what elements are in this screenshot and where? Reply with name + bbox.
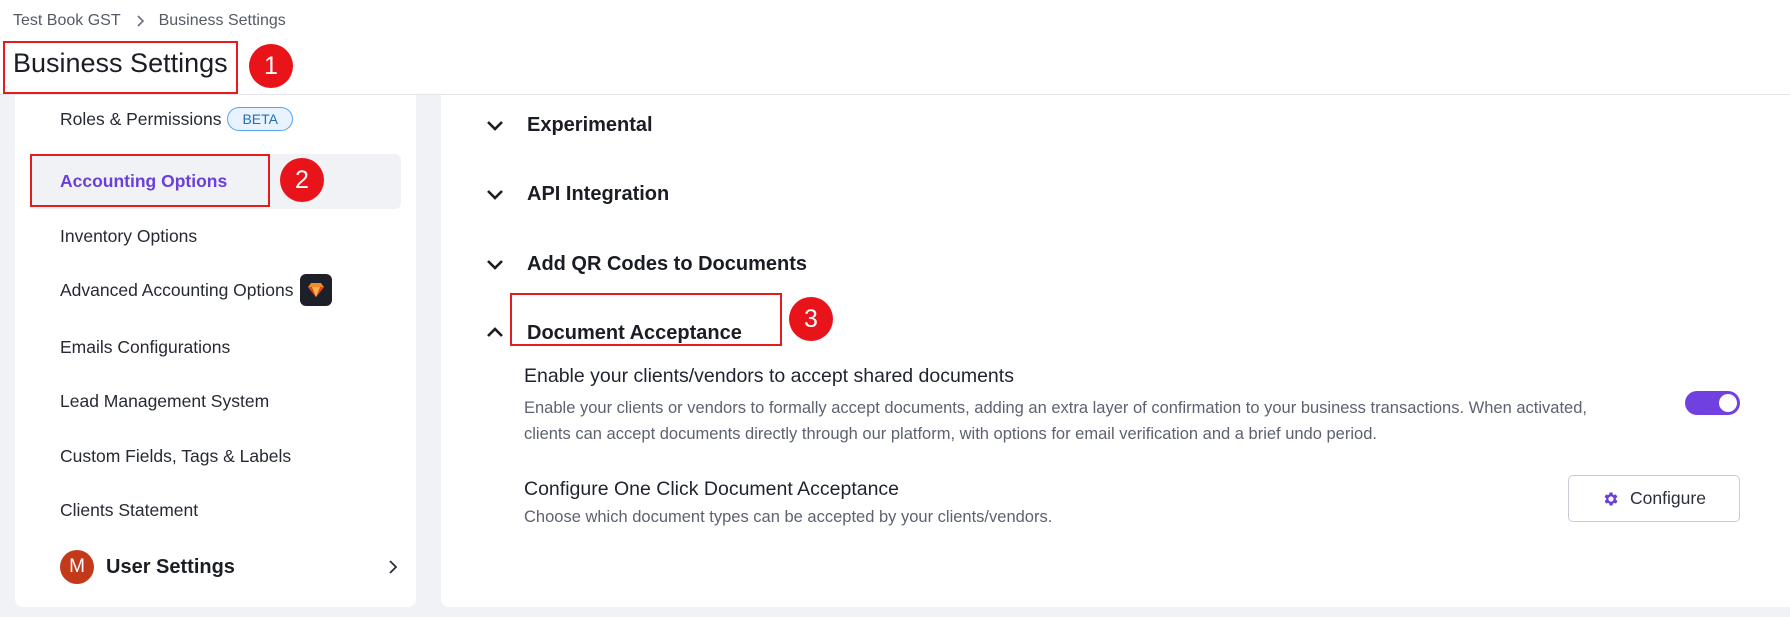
annotation-marker-1: 1: [249, 44, 293, 88]
setting-title: Configure One Click Document Acceptance: [524, 478, 900, 500]
configure-button-label: Configure: [1630, 488, 1706, 508]
chevron-down-icon: [487, 190, 503, 200]
annotation-marker-2: 2: [280, 158, 324, 202]
toggle-knob: [1719, 394, 1737, 412]
user-settings-label: User Settings: [106, 555, 235, 578]
sidebar-item-clients-statement[interactable]: Clients Statement: [60, 486, 198, 534]
user-settings-item[interactable]: M User Settings: [60, 547, 402, 587]
setting-description: Enable your clients or vendors to formal…: [524, 399, 1587, 443]
setting-description: Choose which document types can be accep…: [524, 508, 1053, 526]
beta-badge: BETA: [227, 107, 293, 131]
sidebar-item-label: Advanced Accounting Options: [60, 279, 294, 300]
breadcrumb-item-book[interactable]: Test Book GST: [13, 12, 121, 30]
section-title: Add QR Codes to Documents: [527, 252, 808, 275]
gem-icon: [299, 274, 332, 306]
chevron-right-icon: [384, 558, 402, 581]
avatar: M: [60, 550, 94, 584]
section-title: Experimental: [527, 113, 653, 136]
sidebar-item-label: Emails Configurations: [60, 336, 231, 357]
sidebar-item-roles-permissions[interactable]: Roles & Permissions BETA: [60, 95, 293, 143]
setting-title: Enable your clients/vendors to accept sh…: [524, 365, 1014, 387]
annotation-box-2: [30, 154, 270, 207]
sidebar-item-label: Inventory Options: [60, 225, 198, 246]
chevron-right-icon: [133, 14, 147, 28]
sidebar-item-emails-configurations[interactable]: Emails Configurations: [60, 323, 230, 371]
setting-accept-shared-documents: Enable your clients/vendors to accept sh…: [524, 365, 1629, 447]
section-api-integration[interactable]: API Integration: [485, 176, 669, 212]
accept-documents-toggle[interactable]: [1685, 391, 1740, 415]
chevron-down-icon: [487, 121, 503, 131]
sidebar-item-custom-fields-tags-labels[interactable]: Custom Fields, Tags & Labels: [60, 432, 291, 480]
annotation-marker-3: 3: [789, 297, 833, 341]
annotation-box-3: [510, 293, 782, 346]
sidebar-item-inventory-options[interactable]: Inventory Options: [60, 212, 197, 260]
sidebar-item-advanced-accounting-options[interactable]: Advanced Accounting Options: [60, 266, 332, 314]
gear-icon: [1602, 490, 1620, 508]
sidebar-item-label: Lead Management System: [60, 390, 270, 411]
configure-button[interactable]: Configure: [1568, 475, 1740, 522]
annotation-box-1: [3, 41, 238, 94]
sidebar-item-label: Custom Fields, Tags & Labels: [60, 445, 292, 466]
section-add-qr-codes[interactable]: Add QR Codes to Documents: [485, 246, 807, 282]
section-title: API Integration: [527, 182, 670, 205]
sidebar-item-label: Clients Statement: [60, 499, 199, 520]
chevron-down-icon: [487, 260, 503, 270]
chevron-up-icon: [487, 327, 503, 337]
setting-one-click-acceptance: Configure One Click Document Acceptance …: [524, 478, 1629, 530]
sidebar-item-label: Roles & Permissions: [60, 108, 222, 129]
breadcrumb-item-current: Business Settings: [158, 12, 286, 29]
sidebar-item-lead-management-system[interactable]: Lead Management System: [60, 377, 269, 425]
main-panel: Experimental API Integration Add QR Code…: [441, 95, 1790, 607]
breadcrumb: Test Book GST Business Settings: [13, 12, 286, 30]
section-experimental[interactable]: Experimental: [485, 107, 653, 143]
